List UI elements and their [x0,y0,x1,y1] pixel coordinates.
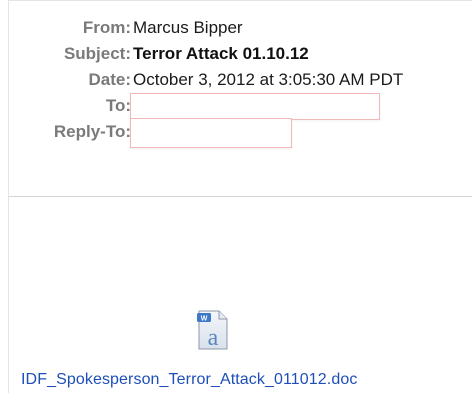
email-headers: From: Marcus Bipper Subject: Terror Atta… [9,15,472,148]
sender-name[interactable]: Marcus Bipper [133,15,243,41]
subject-value: Terror Attack 01.10.12 [133,44,309,63]
subject-row: Subject: Terror Attack 01.10.12 [9,41,472,67]
reply-to-redacted-box [130,118,292,148]
date-label: Date: [88,70,131,89]
svg-text:W: W [201,316,208,323]
date-row: Date: October 3, 2012 at 3:05:30 AM PDT [9,67,472,93]
reply-to-label: Reply-To: [53,122,131,141]
from-row: From: Marcus Bipper [9,15,472,41]
attachment-filename[interactable]: IDF_Spokesperson_Terror_Attack_011012.do… [21,371,357,389]
svg-text:a: a [208,325,219,351]
from-label: From: [82,18,131,37]
email-message-pane: From: Marcus Bipper Subject: Terror Atta… [8,0,472,393]
word-document-icon[interactable]: W a [196,309,230,351]
header-separator [9,196,472,197]
to-label: To: [105,96,131,115]
reply-to-row: Reply-To: [9,118,472,148]
to-row: To: [9,93,472,120]
date-value: October 3, 2012 at 3:05:30 AM PDT [133,70,404,89]
subject-label: Subject: [63,44,131,63]
to-redacted-box [130,93,380,120]
